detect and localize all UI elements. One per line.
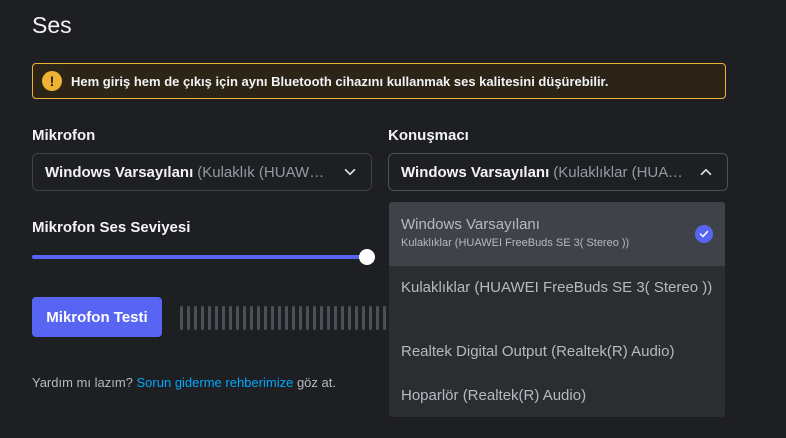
- speaker-option-huawei[interactable]: Kulaklıklar (HUAWEI FreeBuds SE 3( Stere…: [389, 278, 725, 298]
- meter-bar: [348, 306, 351, 330]
- help-prefix: Yardım mı lazım?: [32, 375, 133, 390]
- meter-bar: [369, 306, 372, 330]
- speaker-select[interactable]: Windows Varsayılanı (Kulaklıklar (HUAW..…: [388, 153, 728, 191]
- meter-bar: [180, 306, 183, 330]
- meter-bar: [362, 306, 365, 330]
- microphone-selected-sub: (Kulaklık (HUAWEI ...: [197, 163, 333, 181]
- option-sublabel: Kulaklıklar (HUAWEI FreeBuds SE 3( Stere…: [401, 237, 630, 249]
- meter-bar: [236, 306, 239, 330]
- meter-bar: [376, 306, 379, 330]
- meter-bar: [285, 306, 288, 330]
- meter-bar: [355, 306, 358, 330]
- speaker-option-realtek-speakers[interactable]: Hoparlör (Realtek(R) Audio): [389, 387, 725, 404]
- meter-bar: [194, 306, 197, 330]
- speaker-selected-main: Windows Varsayılanı: [401, 163, 550, 181]
- chevron-up-icon: [700, 168, 712, 176]
- microphone-label: Mikrofon: [32, 127, 96, 144]
- page-title: Ses: [32, 12, 72, 38]
- meter-bar: [383, 306, 386, 330]
- mic-volume-slider-handle[interactable]: [359, 249, 375, 265]
- meter-bar: [250, 306, 253, 330]
- chevron-down-icon: [344, 168, 356, 176]
- bluetooth-warning-banner: ! Hem giriş hem de çıkış için aynı Bluet…: [32, 63, 726, 99]
- checkmark-icon: [695, 225, 713, 243]
- meter-bar: [257, 306, 260, 330]
- meter-bar: [327, 306, 330, 330]
- meter-bar: [208, 306, 211, 330]
- meter-bar: [306, 306, 309, 330]
- meter-bar: [229, 306, 232, 330]
- mic-level-meter: [180, 306, 386, 330]
- meter-bar: [222, 306, 225, 330]
- meter-bar: [278, 306, 281, 330]
- help-text: Yardım mı lazım? Sorun giderme rehberimi…: [32, 375, 336, 390]
- exclamation-icon: !: [42, 71, 62, 91]
- meter-bar: [292, 306, 295, 330]
- meter-bar: [201, 306, 204, 330]
- speaker-option-windows-default[interactable]: Windows Varsayılanı Kulaklıklar (HUAWEI …: [389, 202, 725, 266]
- meter-bar: [264, 306, 267, 330]
- meter-bar: [271, 306, 274, 330]
- microphone-selected-main: Windows Varsayılanı: [45, 163, 194, 181]
- meter-bar: [341, 306, 344, 330]
- warning-text: Hem giriş hem de çıkış için aynı Bluetoo…: [71, 73, 609, 89]
- meter-bar: [243, 306, 246, 330]
- mic-volume-slider-track[interactable]: [32, 255, 368, 259]
- meter-bar: [187, 306, 190, 330]
- option-label: Windows Varsayılanı: [401, 216, 540, 233]
- speaker-selected-sub: (Kulaklıklar (HUAW...: [553, 163, 689, 181]
- meter-bar: [313, 306, 316, 330]
- meter-bar: [320, 306, 323, 330]
- meter-bar: [215, 306, 218, 330]
- mic-volume-label: Mikrofon Ses Seviyesi: [32, 219, 191, 236]
- microphone-select[interactable]: Windows Varsayılanı (Kulaklık (HUAWEI ..…: [32, 153, 372, 191]
- mic-test-button[interactable]: Mikrofon Testi: [32, 297, 162, 337]
- meter-bar: [334, 306, 337, 330]
- help-suffix: göz at.: [296, 375, 336, 390]
- troubleshooting-link[interactable]: Sorun giderme rehberimize: [137, 375, 294, 390]
- meter-bar: [299, 306, 302, 330]
- speaker-dropdown-menu: Windows Varsayılanı Kulaklıklar (HUAWEI …: [388, 201, 726, 418]
- speaker-option-realtek-digital[interactable]: Realtek Digital Output (Realtek(R) Audio…: [389, 343, 725, 360]
- speaker-label: Konuşmacı: [388, 127, 469, 144]
